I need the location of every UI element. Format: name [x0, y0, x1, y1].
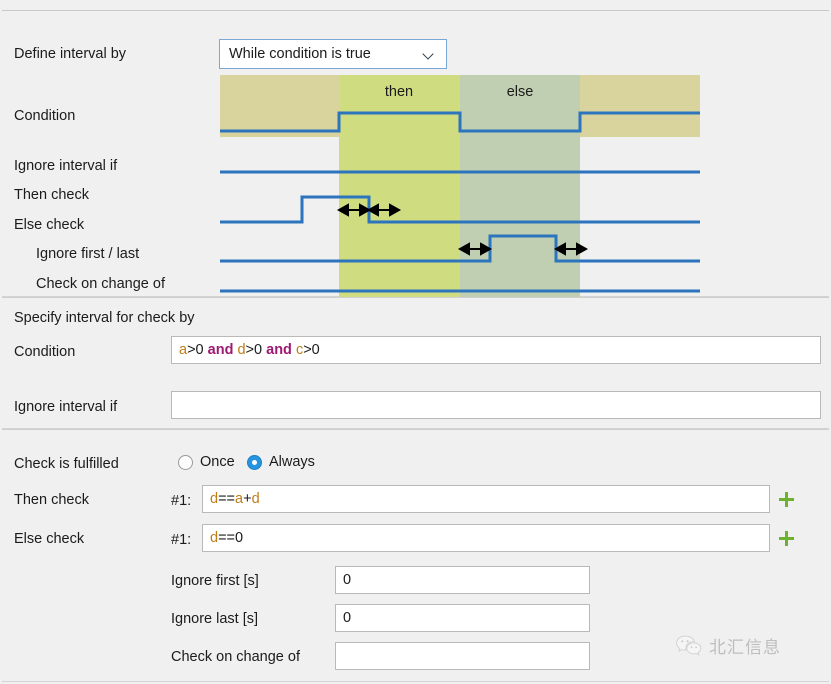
define-interval-by-dropdown[interactable]: While condition is true	[219, 39, 447, 69]
chevron-down-icon	[423, 48, 436, 61]
condition-label: Condition	[14, 108, 76, 124]
radio-once-label: Once	[200, 454, 235, 470]
check-is-fulfilled-label: Check is fulfilled	[14, 456, 119, 472]
ignore-first-last-label: Ignore first / last	[36, 246, 140, 262]
define-interval-by-value: While condition is true	[229, 46, 371, 62]
plus-icon	[779, 531, 794, 546]
interval-check-configuration-window: Define interval by While condition is tr…	[0, 0, 831, 684]
checks-else-check-label: Else check	[14, 531, 85, 547]
radio-always[interactable]: Always	[247, 454, 315, 470]
ignore-last-input[interactable]: 0	[335, 604, 590, 632]
ignore-interval-if-label: Ignore interval if	[14, 158, 118, 174]
ignore-first-value: 0	[343, 572, 352, 588]
ignore-last-label: Ignore last [s]	[171, 611, 259, 627]
else-band-label: else	[507, 84, 534, 100]
then-check-index-label: #1:	[171, 493, 192, 509]
watermark: 北汇信息	[676, 633, 781, 658]
check-on-change-input[interactable]	[335, 642, 590, 670]
define-interval-by-label: Define interval by	[14, 46, 127, 62]
specify-condition-input[interactable]: a>0 and d>0 and c>0	[171, 336, 821, 364]
ignore-first-label: Ignore first [s]	[171, 573, 259, 589]
specify-ignore-interval-label: Ignore interval if	[14, 399, 118, 415]
interval-timing-diagram: then else	[220, 75, 700, 303]
plus-icon	[779, 492, 794, 507]
specify-condition-label: Condition	[14, 344, 76, 360]
checks-then-check-label: Then check	[14, 492, 89, 508]
add-else-check-button[interactable]	[779, 531, 794, 546]
radio-always-indicator[interactable]	[247, 454, 262, 470]
specify-interval-panel: Specify interval for check by Condition …	[2, 297, 829, 429]
then-check-expression-value: d==a+d	[210, 491, 260, 507]
then-check-expression-input[interactable]: d==a+d	[202, 485, 770, 513]
condition-band-right	[580, 75, 700, 137]
else-check-label: Else check	[14, 217, 85, 233]
specify-ignore-interval-input[interactable]	[171, 391, 821, 419]
wechat-icon	[676, 635, 702, 656]
then-check-label: Then check	[14, 187, 89, 203]
define-interval-panel: Define interval by While condition is tr…	[2, 10, 829, 303]
else-column-band	[460, 75, 580, 303]
else-check-expression-input[interactable]: d==0	[202, 524, 770, 552]
then-column-band	[339, 75, 460, 303]
else-check-expression-value: d==0	[210, 530, 244, 546]
add-then-check-button[interactable]	[779, 492, 794, 507]
radio-once-indicator[interactable]	[178, 454, 193, 470]
check-on-change-of-label: Check on change of	[36, 276, 165, 292]
radio-always-label: Always	[269, 454, 315, 470]
radio-once[interactable]: Once	[178, 454, 235, 470]
checks-check-on-change-label: Check on change of	[171, 649, 300, 665]
specify-interval-title: Specify interval for check by	[14, 310, 195, 326]
specify-condition-value: a>0 and d>0 and c>0	[179, 342, 320, 358]
ignore-last-value: 0	[343, 610, 352, 626]
ignore-first-input[interactable]: 0	[335, 566, 590, 594]
else-check-index-label: #1:	[171, 532, 192, 548]
then-band-label: then	[385, 84, 413, 100]
condition-band-left	[220, 75, 339, 137]
watermark-text: 北汇信息	[709, 638, 781, 657]
